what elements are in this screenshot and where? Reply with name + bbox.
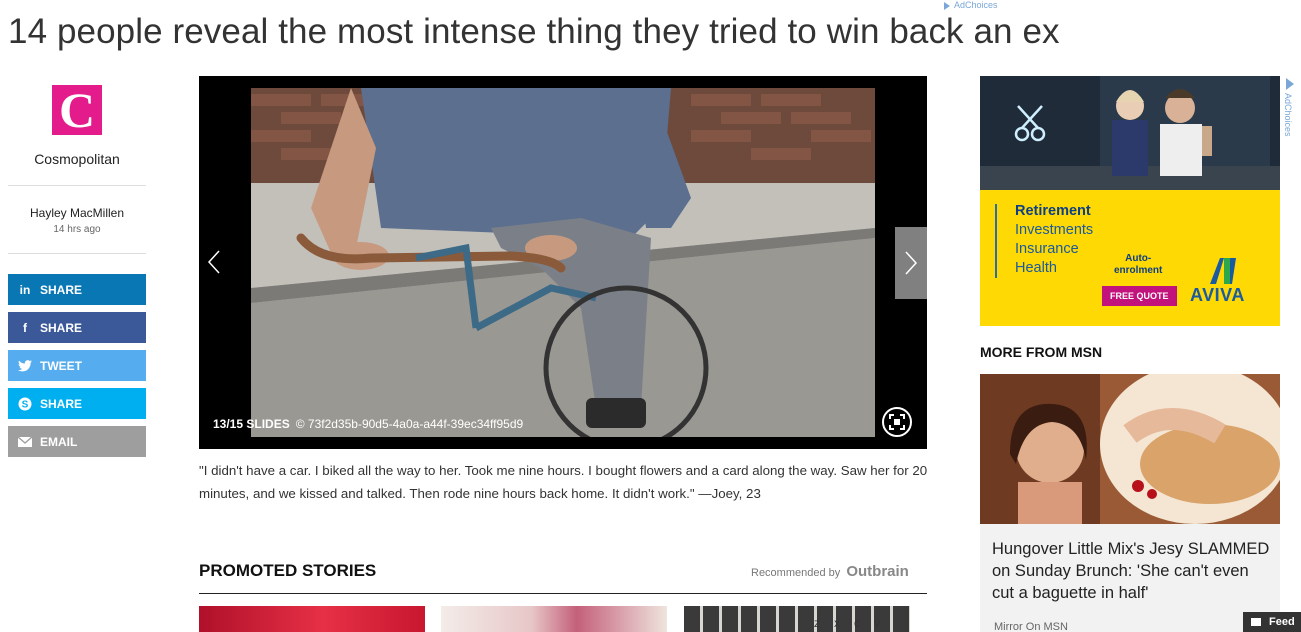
side-adchoices-link[interactable]: AdChoices xyxy=(1283,78,1297,142)
facebook-icon: f xyxy=(23,320,27,335)
top-adchoices-link[interactable]: AdChoices xyxy=(944,0,998,10)
share-label: SHARE xyxy=(40,320,83,335)
article-headline: 14 people reveal the most intense thing … xyxy=(8,12,1060,51)
share-label: EMAIL xyxy=(40,434,78,449)
skype-icon: S xyxy=(18,397,32,411)
email-share-button[interactable]: EMAIL xyxy=(8,426,146,457)
linkedin-share-button[interactable]: in SHARE xyxy=(8,274,146,305)
msn-card-source: Mirror On MSN xyxy=(994,621,1068,632)
twitter-share-button[interactable]: TWEET xyxy=(8,350,146,381)
recommended-by-outbrain[interactable]: Recommended by Outbrain xyxy=(751,563,909,580)
share-buttons: in SHARE f SHARE TWEET S SHARE EMAIL xyxy=(8,274,146,457)
divider xyxy=(8,253,146,254)
ad-product: Retirement xyxy=(1015,203,1091,219)
adchoices-icon xyxy=(944,1,950,10)
aviva-logo-icon xyxy=(1210,258,1236,284)
chevron-left-icon xyxy=(207,250,220,274)
keyboard-keys-text: ZXCV xyxy=(814,620,895,631)
slide-info: 13/15 SLIDES © 73f2d35b-90d5-4a0a-a44f-39… xyxy=(213,417,523,431)
free-quote-button[interactable]: FREE QUOTE xyxy=(1102,286,1177,306)
aviva-advertisement[interactable]: Retirement Investments Insurance Health … xyxy=(980,76,1280,326)
fullscreen-button[interactable] xyxy=(882,407,912,437)
svg-text:S: S xyxy=(22,399,29,410)
ad-photo-art xyxy=(980,76,1280,190)
share-label: SHARE xyxy=(40,396,83,411)
feedback-button[interactable]: Feed xyxy=(1243,612,1301,632)
ad-body: Retirement Investments Insurance Health … xyxy=(980,190,1280,326)
divider xyxy=(8,185,146,186)
facebook-share-button[interactable]: f SHARE xyxy=(8,312,146,343)
adchoices-label: AdChoices xyxy=(954,0,998,10)
more-from-msn-heading: MORE FROM MSN xyxy=(980,344,1103,360)
chevron-right-icon xyxy=(905,251,918,275)
publisher-name[interactable]: Cosmopolitan xyxy=(8,151,146,167)
outbrain-logo: Outbrain xyxy=(846,563,909,580)
ad-product: Health xyxy=(1015,260,1057,276)
ad-products-list: Retirement Investments Insurance Health xyxy=(1015,202,1093,278)
promoted-story-thumbnail[interactable] xyxy=(199,606,425,632)
publish-time: 14 hrs ago xyxy=(53,224,101,235)
more-from-msn-card[interactable]: Hungover Little Mix's Jesy SLAMMED on Su… xyxy=(980,374,1280,632)
promoted-stories-heading: PROMOTED STORIES xyxy=(199,561,377,580)
promoted-divider xyxy=(199,593,927,594)
ad-product: Insurance xyxy=(1015,241,1079,257)
feedback-label: Feed xyxy=(1269,616,1295,628)
feedback-icon xyxy=(1251,618,1261,626)
twitter-icon xyxy=(18,359,32,373)
auto-enrolment-label: Auto- enrolment xyxy=(1114,253,1162,277)
share-label: TWEET xyxy=(40,358,82,373)
ad-divider-line xyxy=(995,204,997,278)
slideshow: 13/15 SLIDES © 73f2d35b-90d5-4a0a-a44f-39… xyxy=(199,76,927,449)
aviva-logo: AVIVA xyxy=(1190,285,1245,305)
linkedin-icon: in xyxy=(19,282,31,297)
promoted-story-thumbnail[interactable] xyxy=(441,606,667,632)
previous-slide-button[interactable] xyxy=(199,227,229,297)
promoted-story-thumbnail[interactable]: ZXCV xyxy=(684,606,910,632)
msn-card-image-art xyxy=(980,374,1280,524)
fullscreen-icon xyxy=(889,414,905,430)
adchoices-label: AdChoices xyxy=(1283,93,1293,137)
slide-image-art xyxy=(251,88,875,437)
adchoices-icon xyxy=(1286,78,1294,90)
publisher-logo-letter: C xyxy=(58,82,96,138)
auto-enrolment-text: Auto- enrolment xyxy=(1114,253,1163,276)
msn-card-headline: Hungover Little Mix's Jesy SLAMMED on Su… xyxy=(992,540,1270,602)
ad-photo xyxy=(980,76,1280,190)
article-sidebar: C Cosmopolitan Hayley MacMillen 14 hrs a… xyxy=(8,76,146,464)
next-slide-button[interactable] xyxy=(895,227,927,299)
email-icon xyxy=(18,435,32,449)
ad-product: Investments xyxy=(1015,222,1094,238)
author-name: Hayley MacMillen xyxy=(29,206,125,220)
slide-counter: 13/15 SLIDES xyxy=(213,417,290,431)
slide-credit: © 73f2d35b-90d5-4a0a-a44f-39ec34ff95d9 xyxy=(295,417,524,431)
recommended-by-label: Recommended by xyxy=(751,567,841,579)
share-label: SHARE xyxy=(40,282,83,297)
skype-share-button[interactable]: S SHARE xyxy=(8,388,146,419)
msn-card-image xyxy=(980,374,1280,524)
slide-caption: "I didn't have a car. I biked all the wa… xyxy=(199,463,928,501)
publisher-logo[interactable]: C xyxy=(52,82,102,138)
slide-image-cyclist xyxy=(251,88,875,437)
